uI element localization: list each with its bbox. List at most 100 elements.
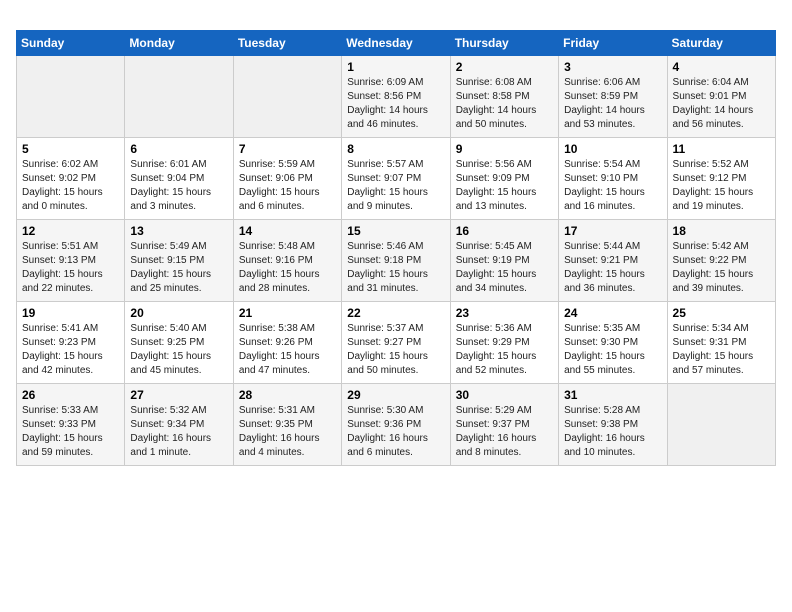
- day-number: 2: [456, 60, 553, 74]
- calendar-week-3: 12 Sunrise: 5:51 AM Sunset: 9:13 PM Dayli…: [17, 220, 776, 302]
- calendar-cell: 23 Sunrise: 5:36 AM Sunset: 9:29 PM Dayli…: [450, 302, 558, 384]
- calendar-cell: 25 Sunrise: 5:34 AM Sunset: 9:31 PM Dayli…: [667, 302, 775, 384]
- day-info: Sunrise: 5:30 AM Sunset: 9:36 PM Dayligh…: [347, 404, 444, 460]
- day-info: Sunrise: 5:36 AM Sunset: 9:29 PM Dayligh…: [456, 322, 553, 378]
- weekday-header-thursday: Thursday: [450, 31, 558, 56]
- day-info: Sunrise: 5:37 AM Sunset: 9:27 PM Dayligh…: [347, 322, 444, 378]
- calendar-cell: 26 Sunrise: 5:33 AM Sunset: 9:33 PM Dayli…: [17, 384, 125, 466]
- weekday-header-sunday: Sunday: [17, 31, 125, 56]
- day-number: 29: [347, 388, 444, 402]
- day-info: Sunrise: 6:01 AM Sunset: 9:04 PM Dayligh…: [130, 158, 227, 214]
- day-number: 18: [673, 224, 770, 238]
- day-info: Sunrise: 5:29 AM Sunset: 9:37 PM Dayligh…: [456, 404, 553, 460]
- day-number: 3: [564, 60, 661, 74]
- calendar-cell: 17 Sunrise: 5:44 AM Sunset: 9:21 PM Dayli…: [559, 220, 667, 302]
- day-info: Sunrise: 6:09 AM Sunset: 8:56 PM Dayligh…: [347, 76, 444, 132]
- calendar-cell: 9 Sunrise: 5:56 AM Sunset: 9:09 PM Daylig…: [450, 138, 558, 220]
- calendar-cell: 22 Sunrise: 5:37 AM Sunset: 9:27 PM Dayli…: [342, 302, 450, 384]
- day-info: Sunrise: 6:04 AM Sunset: 9:01 PM Dayligh…: [673, 76, 770, 132]
- day-info: Sunrise: 6:08 AM Sunset: 8:58 PM Dayligh…: [456, 76, 553, 132]
- day-info: Sunrise: 5:38 AM Sunset: 9:26 PM Dayligh…: [239, 322, 336, 378]
- day-number: 13: [130, 224, 227, 238]
- day-info: Sunrise: 5:42 AM Sunset: 9:22 PM Dayligh…: [673, 240, 770, 296]
- day-info: Sunrise: 5:48 AM Sunset: 9:16 PM Dayligh…: [239, 240, 336, 296]
- calendar-week-4: 19 Sunrise: 5:41 AM Sunset: 9:23 PM Dayli…: [17, 302, 776, 384]
- day-number: 19: [22, 306, 119, 320]
- calendar-cell: 7Sunrise: 5:59 AM Sunset: 9:06 PM Daylig…: [233, 138, 341, 220]
- weekday-header-row: SundayMondayTuesdayWednesdayThursdayFrid…: [17, 31, 776, 56]
- calendar-cell: 3Sunrise: 6:06 AM Sunset: 8:59 PM Daylig…: [559, 56, 667, 138]
- day-info: Sunrise: 5:34 AM Sunset: 9:31 PM Dayligh…: [673, 322, 770, 378]
- day-info: Sunrise: 5:54 AM Sunset: 9:10 PM Dayligh…: [564, 158, 661, 214]
- day-info: Sunrise: 5:44 AM Sunset: 9:21 PM Dayligh…: [564, 240, 661, 296]
- calendar-cell: [125, 56, 233, 138]
- calendar-cell: [667, 384, 775, 466]
- weekday-header-wednesday: Wednesday: [342, 31, 450, 56]
- day-number: 21: [239, 306, 336, 320]
- day-info: Sunrise: 5:28 AM Sunset: 9:38 PM Dayligh…: [564, 404, 661, 460]
- calendar-cell: [233, 56, 341, 138]
- calendar-cell: 1 Sunrise: 6:09 AM Sunset: 8:56 PM Daylig…: [342, 56, 450, 138]
- day-number: 24: [564, 306, 661, 320]
- weekday-header-tuesday: Tuesday: [233, 31, 341, 56]
- day-number: 6: [130, 142, 227, 156]
- calendar-cell: 11 Sunrise: 5:52 AM Sunset: 9:12 PM Dayli…: [667, 138, 775, 220]
- calendar-cell: 5 Sunrise: 6:02 AM Sunset: 9:02 PM Daylig…: [17, 138, 125, 220]
- day-number: 17: [564, 224, 661, 238]
- day-number: 23: [456, 306, 553, 320]
- calendar-cell: 2 Sunrise: 6:08 AM Sunset: 8:58 PM Daylig…: [450, 56, 558, 138]
- calendar-cell: 27Sunrise: 5:32 AM Sunset: 9:34 PM Dayli…: [125, 384, 233, 466]
- day-number: 25: [673, 306, 770, 320]
- day-number: 22: [347, 306, 444, 320]
- day-info: Sunrise: 5:40 AM Sunset: 9:25 PM Dayligh…: [130, 322, 227, 378]
- calendar-cell: 29 Sunrise: 5:30 AM Sunset: 9:36 PM Dayli…: [342, 384, 450, 466]
- calendar-week-2: 5 Sunrise: 6:02 AM Sunset: 9:02 PM Daylig…: [17, 138, 776, 220]
- day-number: 30: [456, 388, 553, 402]
- calendar-cell: 31Sunrise: 5:28 AM Sunset: 9:38 PM Dayli…: [559, 384, 667, 466]
- day-number: 12: [22, 224, 119, 238]
- day-number: 15: [347, 224, 444, 238]
- calendar-week-5: 26 Sunrise: 5:33 AM Sunset: 9:33 PM Dayli…: [17, 384, 776, 466]
- day-info: Sunrise: 5:57 AM Sunset: 9:07 PM Dayligh…: [347, 158, 444, 214]
- calendar-cell: 13 Sunrise: 5:49 AM Sunset: 9:15 PM Dayli…: [125, 220, 233, 302]
- calendar-cell: 12 Sunrise: 5:51 AM Sunset: 9:13 PM Dayli…: [17, 220, 125, 302]
- calendar-cell: 4 Sunrise: 6:04 AM Sunset: 9:01 PM Daylig…: [667, 56, 775, 138]
- calendar-cell: 15 Sunrise: 5:46 AM Sunset: 9:18 PM Dayli…: [342, 220, 450, 302]
- calendar-cell: 20 Sunrise: 5:40 AM Sunset: 9:25 PM Dayli…: [125, 302, 233, 384]
- day-number: 1: [347, 60, 444, 74]
- day-number: 9: [456, 142, 553, 156]
- day-number: 10: [564, 142, 661, 156]
- day-number: 26: [22, 388, 119, 402]
- day-info: Sunrise: 5:33 AM Sunset: 9:33 PM Dayligh…: [22, 404, 119, 460]
- day-info: Sunrise: 6:02 AM Sunset: 9:02 PM Dayligh…: [22, 158, 119, 214]
- calendar-cell: 8Sunrise: 5:57 AM Sunset: 9:07 PM Daylig…: [342, 138, 450, 220]
- weekday-header-monday: Monday: [125, 31, 233, 56]
- day-info: Sunrise: 5:32 AM Sunset: 9:34 PM Dayligh…: [130, 404, 227, 460]
- calendar-table: SundayMondayTuesdayWednesdayThursdayFrid…: [16, 30, 776, 466]
- page-header: General Blue: [16, 16, 776, 20]
- calendar-cell: 28Sunrise: 5:31 AM Sunset: 9:35 PM Dayli…: [233, 384, 341, 466]
- day-info: Sunrise: 5:35 AM Sunset: 9:30 PM Dayligh…: [564, 322, 661, 378]
- day-number: 11: [673, 142, 770, 156]
- day-number: 7: [239, 142, 336, 156]
- day-info: Sunrise: 5:45 AM Sunset: 9:19 PM Dayligh…: [456, 240, 553, 296]
- day-number: 20: [130, 306, 227, 320]
- day-number: 4: [673, 60, 770, 74]
- calendar-cell: [17, 56, 125, 138]
- day-info: Sunrise: 5:41 AM Sunset: 9:23 PM Dayligh…: [22, 322, 119, 378]
- calendar-cell: 24 Sunrise: 5:35 AM Sunset: 9:30 PM Dayli…: [559, 302, 667, 384]
- day-info: Sunrise: 5:52 AM Sunset: 9:12 PM Dayligh…: [673, 158, 770, 214]
- calendar-cell: 30 Sunrise: 5:29 AM Sunset: 9:37 PM Dayli…: [450, 384, 558, 466]
- calendar-cell: 6 Sunrise: 6:01 AM Sunset: 9:04 PM Daylig…: [125, 138, 233, 220]
- day-info: Sunrise: 5:46 AM Sunset: 9:18 PM Dayligh…: [347, 240, 444, 296]
- calendar-cell: 16 Sunrise: 5:45 AM Sunset: 9:19 PM Dayli…: [450, 220, 558, 302]
- day-info: Sunrise: 5:56 AM Sunset: 9:09 PM Dayligh…: [456, 158, 553, 214]
- calendar-week-1: 1 Sunrise: 6:09 AM Sunset: 8:56 PM Daylig…: [17, 56, 776, 138]
- day-number: 28: [239, 388, 336, 402]
- day-number: 5: [22, 142, 119, 156]
- day-info: Sunrise: 5:49 AM Sunset: 9:15 PM Dayligh…: [130, 240, 227, 296]
- calendar-cell: 18 Sunrise: 5:42 AM Sunset: 9:22 PM Dayli…: [667, 220, 775, 302]
- day-number: 16: [456, 224, 553, 238]
- calendar-cell: 14Sunrise: 5:48 AM Sunset: 9:16 PM Dayli…: [233, 220, 341, 302]
- day-info: Sunrise: 5:51 AM Sunset: 9:13 PM Dayligh…: [22, 240, 119, 296]
